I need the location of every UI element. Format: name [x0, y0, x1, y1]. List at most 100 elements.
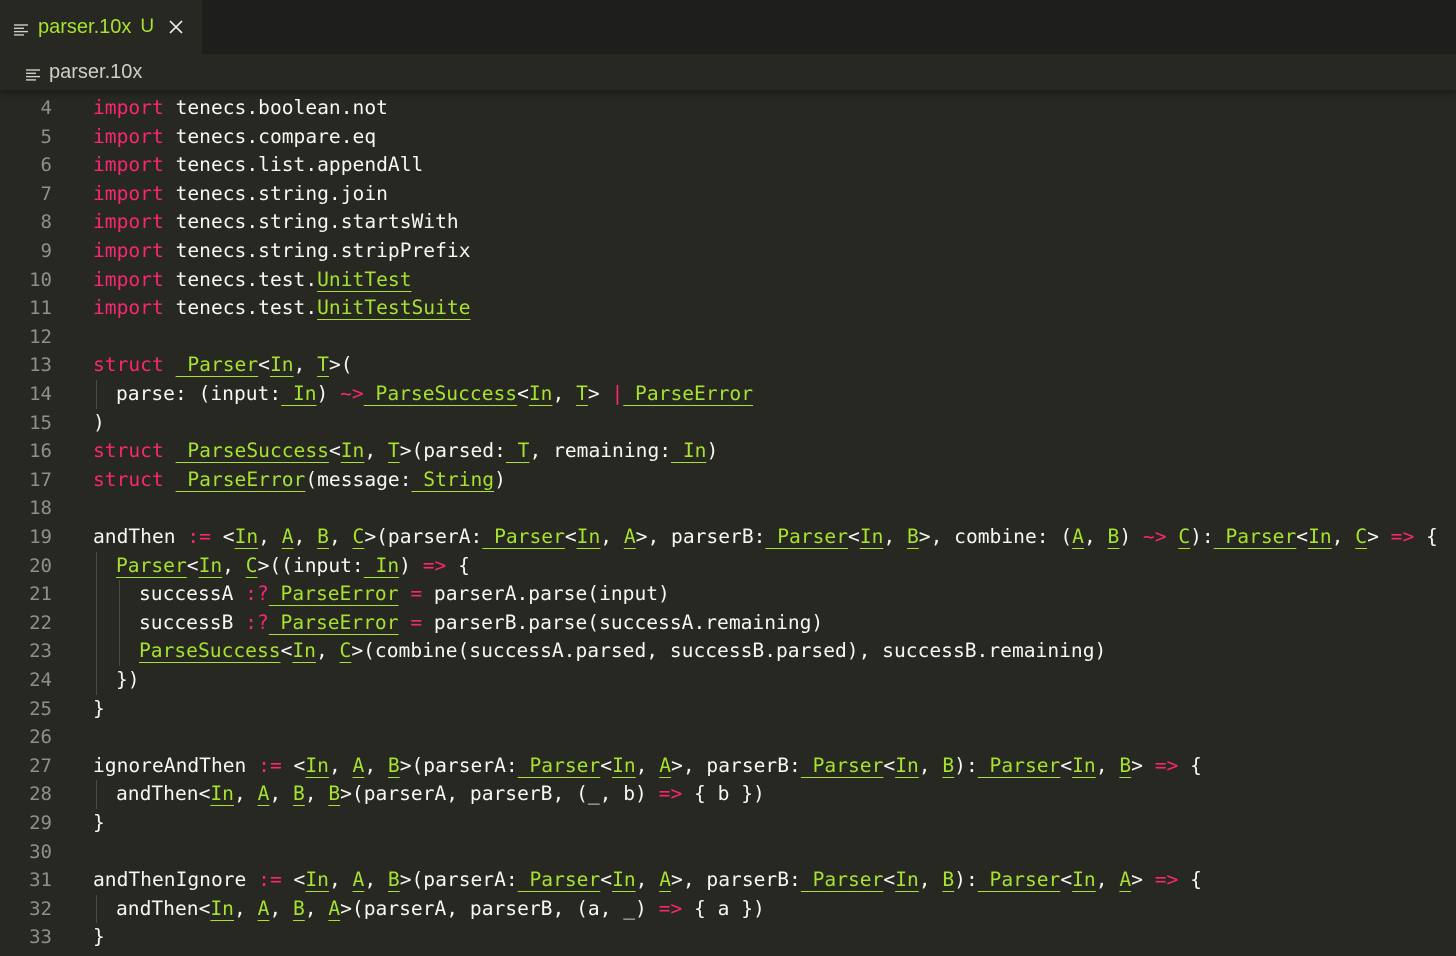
type-token: In — [612, 753, 636, 777]
code-text[interactable]: andThen := <In, A, B, C>(parserA: Parser… — [93, 523, 1438, 552]
code-text[interactable]: struct ParseError(message: String) — [93, 466, 506, 495]
code-text[interactable]: import tenecs.compare.eq — [93, 123, 376, 152]
code-text[interactable]: Parser<In, C>((input: In) => { — [116, 552, 470, 581]
breadcrumb[interactable]: parser.10x — [0, 54, 1456, 90]
code-line[interactable]: 9 import tenecs.string.stripPrefix — [0, 237, 1456, 266]
code-line[interactable]: 24}) — [0, 666, 1456, 695]
code-text[interactable]: import tenecs.test.UnitTest — [93, 266, 412, 295]
code-text[interactable]: } — [93, 695, 105, 724]
code-line[interactable]: 4 import tenecs.boolean.not — [0, 94, 1456, 123]
code-token: parserA.parse(input) — [422, 582, 670, 606]
code-text[interactable]: andThenIgnore := <In, A, B>(parserA: Par… — [93, 866, 1202, 895]
code-token: (message: — [305, 467, 412, 491]
code-line[interactable]: 19 andThen := <In, A, B, C>(parserA: Pars… — [0, 523, 1456, 552]
type-token: UnitTestSuite — [317, 296, 471, 320]
type-token: T — [576, 382, 588, 405]
code-text[interactable]: import tenecs.boolean.not — [93, 94, 388, 123]
close-icon[interactable] — [166, 17, 186, 37]
code-line[interactable]: 20 Parser<In, C>((input: In) => { — [0, 551, 1456, 581]
code-text[interactable]: import tenecs.test.UnitTestSuite — [93, 294, 471, 323]
code-text[interactable]: import tenecs.string.join — [93, 180, 388, 209]
code-text[interactable]: import tenecs.list.appendAll — [93, 151, 423, 180]
code-editor[interactable]: 4 import tenecs.boolean.not 5 import tenecs… — [0, 90, 1456, 956]
code-token: , — [304, 782, 329, 806]
code-line[interactable]: 31 andThenIgnore := <In, A, B>(parserA: P… — [0, 866, 1456, 895]
code-text[interactable]: import tenecs.string.startsWith — [93, 208, 459, 237]
code-line[interactable]: 26 — [0, 723, 1456, 752]
indent-guide — [96, 780, 97, 809]
code-text[interactable]: struct Parser<In, T>( — [93, 351, 353, 380]
code-line[interactable]: 27 ignoreAndThen := <In, A, B>(parserA: P… — [0, 752, 1456, 781]
code-token: } — [93, 811, 105, 834]
code-line[interactable]: 18 — [0, 494, 1456, 523]
code-text[interactable]: ) — [93, 409, 105, 438]
code-text[interactable]: } — [93, 923, 105, 952]
type-token: Parser — [517, 753, 601, 777]
indent-guide — [119, 637, 120, 666]
code-token: ): — [954, 753, 978, 777]
code-line[interactable]: 17 struct ParseError(message: String) — [0, 466, 1456, 495]
code-text[interactable]: ParseSuccess<In, C>(combine(successA.par… — [139, 637, 1106, 666]
code-text[interactable]: andThen<In, A, B, B>(parserA, parserB, (… — [116, 780, 765, 809]
code-line[interactable]: 15) — [0, 409, 1456, 438]
code-token: , — [222, 553, 246, 577]
code-line[interactable]: 21 successA :? ParseError = parserA.parse… — [0, 580, 1456, 609]
code-token: < — [186, 553, 199, 577]
code-line[interactable]: 13 struct Parser<In, T>( — [0, 351, 1456, 380]
code-line[interactable]: 11 import tenecs.test.UnitTestSuite — [0, 294, 1456, 323]
code-text[interactable]: successB :? ParseError = parserB.parse(s… — [139, 609, 823, 638]
code-token: > — [1367, 525, 1391, 548]
code-line[interactable]: 10 import tenecs.test.UnitTest — [0, 266, 1456, 295]
code-token: tenecs.test. — [175, 267, 318, 291]
code-line[interactable]: 7 import tenecs.string.join — [0, 180, 1456, 209]
code-token: , — [304, 896, 329, 920]
line-number: 4 — [40, 97, 52, 119]
type-token: B — [942, 868, 955, 892]
code-text[interactable]: }) — [116, 666, 140, 695]
code-line[interactable]: 23 ParseSuccess<In, C>(combine(successA.p… — [0, 637, 1456, 666]
code-line[interactable]: 14 parse: (input: In) ~> ParseSuccess<In,… — [0, 380, 1456, 409]
code-text[interactable]: } — [93, 809, 105, 838]
type-token: A — [257, 782, 270, 806]
code-token: { — [1178, 868, 1202, 892]
code-line[interactable]: 29} — [0, 809, 1456, 838]
breadcrumb-file[interactable]: parser.10x — [49, 61, 142, 84]
keyword-token: import — [93, 96, 176, 119]
type-token: B — [292, 782, 305, 806]
code-text[interactable]: parse: (input: In) ~> ParseSuccess<In, T… — [116, 380, 753, 409]
type-token: A — [352, 753, 365, 777]
code-line[interactable]: 22 successB :? ParseError = parserB.parse… — [0, 608, 1456, 638]
code-token: tenecs.string.startsWith — [175, 210, 459, 234]
code-line[interactable]: 6 import tenecs.list.appendAll — [0, 151, 1456, 180]
line-number: 28 — [29, 783, 52, 806]
code-line[interactable]: 33} — [0, 923, 1456, 952]
type-token: ParseSuccess — [139, 639, 281, 663]
operator-token: | — [611, 382, 624, 405]
code-line[interactable]: 30 — [0, 838, 1456, 867]
type-token: A — [659, 753, 672, 777]
code-line[interactable]: 28 andThen<In, A, B, B>(parserA, parserB,… — [0, 780, 1456, 809]
type-token: Parser — [1213, 525, 1297, 548]
code-token: < — [848, 525, 860, 548]
code-text[interactable]: andThen<In, A, B, A>(parserA, parserB, (… — [116, 895, 765, 924]
type-token: In — [576, 525, 601, 548]
code-line[interactable]: 32 andThen<In, A, B, A>(parserA, parserB,… — [0, 894, 1456, 924]
code-line[interactable]: 8 import tenecs.string.startsWith — [0, 208, 1456, 237]
editor-tab[interactable]: parser.10x U — [0, 0, 202, 54]
code-text[interactable]: successA :? ParseError = parserA.parse(i… — [139, 580, 670, 609]
code-line[interactable]: 16 struct ParseSuccess<In, T>(parsed: T, … — [0, 437, 1456, 466]
code-token: tenecs.boolean.not — [175, 96, 388, 119]
type-token: Parser — [800, 868, 884, 892]
file-lines-icon — [14, 21, 28, 36]
type-token: A — [257, 896, 270, 920]
code-text[interactable]: import tenecs.string.stripPrefix — [93, 237, 471, 266]
code-text[interactable]: ignoreAndThen := <In, A, B>(parserA: Par… — [93, 752, 1202, 781]
code-line[interactable]: 25} — [0, 695, 1456, 724]
code-text[interactable]: struct ParseSuccess<In, T>(parsed: T, re… — [93, 437, 718, 466]
code-line[interactable]: 12 — [0, 323, 1456, 352]
type-token: String — [411, 467, 495, 491]
type-token: In — [198, 553, 223, 577]
code-line[interactable]: 5 import tenecs.compare.eq — [0, 123, 1456, 152]
line-number: 26 — [29, 726, 52, 749]
line-number: 19 — [29, 526, 52, 548]
